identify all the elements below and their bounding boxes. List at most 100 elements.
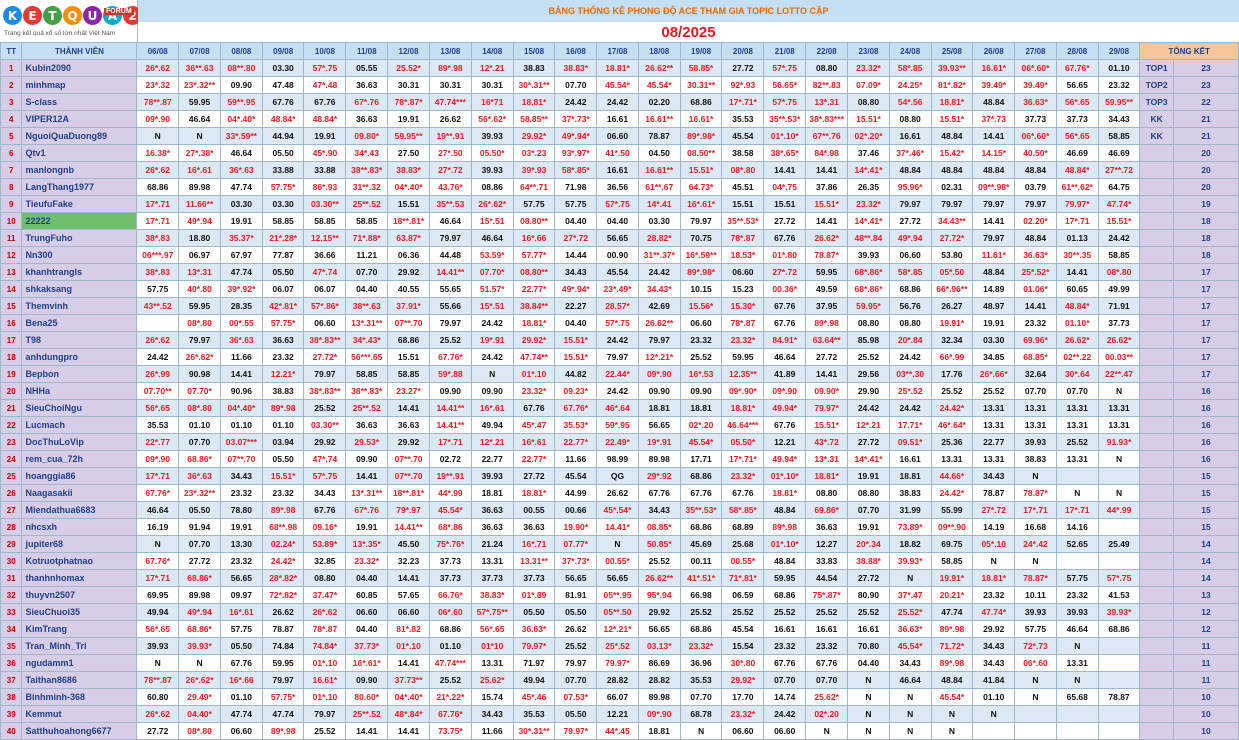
member-name[interactable]: T98: [21, 331, 138, 349]
day-cell: 47.48: [261, 76, 305, 94]
day-cell: 64.75: [1097, 178, 1141, 196]
day-cell: 27**.72: [1097, 161, 1141, 179]
day-cell: 26.62: [554, 620, 598, 638]
day-cell: 18.81*: [805, 467, 849, 485]
header-date: 13/08: [428, 42, 472, 60]
member-name[interactable]: SieuChoiNgu: [21, 399, 138, 417]
member-name[interactable]: SieuChuoi35: [21, 603, 138, 621]
day-cell: 56*.65: [136, 399, 180, 417]
logo-letter: E: [23, 6, 42, 25]
day-cell: 28.82*: [637, 229, 681, 247]
member-name[interactable]: Bena25: [21, 314, 138, 332]
table-row: 15 Themvinh 43**.52 59.95 28.35 42*.81* 57*.86…: [0, 297, 1239, 315]
member-name[interactable]: Tran_Minh_Tri: [21, 637, 138, 655]
day-cell: 24.42: [888, 399, 932, 417]
day-cell: 79.97: [554, 654, 598, 672]
day-cell: 33.88: [261, 161, 305, 179]
day-cell: 15*.51: [470, 212, 514, 230]
day-cell: 24.42: [847, 399, 890, 417]
day-cell: 35.53: [679, 671, 723, 689]
day-cell: 89*.98*: [679, 127, 723, 145]
day-cell: 30.31**: [679, 76, 723, 94]
day-cell: 67.76*: [136, 552, 180, 570]
member-name[interactable]: VIPER12A: [21, 110, 138, 128]
day-cell: 69.96*: [1014, 331, 1057, 349]
member-name[interactable]: anhdungpro: [21, 348, 138, 366]
day-cell: 04*.75: [763, 178, 807, 196]
rank-badge: [1139, 399, 1174, 417]
row-index: 34: [0, 620, 23, 638]
member-name[interactable]: Miendathua6683: [21, 501, 138, 519]
member-name[interactable]: TrungFuho: [21, 229, 138, 247]
member-name[interactable]: shkaksang: [21, 280, 138, 298]
day-cell: 14.41: [805, 161, 849, 179]
member-name[interactable]: minhmap: [21, 76, 138, 94]
member-name[interactable]: nhcsxh: [21, 518, 138, 536]
member-name[interactable]: LangThang1977: [21, 178, 138, 196]
member-name[interactable]: S-class: [21, 93, 138, 111]
day-cell: 65.68: [1055, 688, 1099, 706]
day-cell: 29.92: [637, 603, 681, 621]
header-date: 19/08: [679, 42, 723, 60]
day-cell: 68.86: [387, 331, 430, 349]
member-name[interactable]: Satthuhoahong6677: [21, 722, 138, 740]
day-cell: 58*.85: [888, 59, 932, 77]
day-cell: 01*.10*: [763, 535, 807, 553]
member-name[interactable]: NguoiQuaDuong89: [21, 127, 138, 145]
member-name[interactable]: Kubin2090: [21, 59, 138, 77]
day-cell: 79.97: [1014, 195, 1057, 213]
member-name[interactable]: TieufuFake: [21, 195, 138, 213]
member-name[interactable]: Themvinh: [21, 297, 138, 315]
member-name[interactable]: khanhtrangls: [21, 263, 138, 281]
member-name[interactable]: Qtv1: [21, 144, 138, 162]
member-name[interactable]: Kotruotphatnao: [21, 552, 138, 570]
member-name[interactable]: jupiter68: [21, 535, 138, 553]
day-cell: 14*.41*: [847, 161, 890, 179]
day-cell: 80.60*: [345, 688, 389, 706]
member-name[interactable]: thanhnhomax: [21, 569, 138, 587]
member-name[interactable]: Bepbon: [21, 365, 138, 383]
ketqua-logo[interactable]: KETQUA2 FORUM Trang kết quả xổ số lớn nh…: [0, 0, 142, 44]
day-cell: 14.41**: [428, 416, 472, 434]
member-name[interactable]: KimTrang: [21, 620, 138, 638]
day-cell: 26*.62*: [178, 671, 221, 689]
day-cell: 66*.99: [930, 348, 974, 366]
day-cell: 24.42: [637, 263, 681, 281]
day-cell: [1055, 552, 1099, 570]
member-name[interactable]: DocThuLoVip: [21, 433, 138, 451]
day-cell: 38*.83**: [303, 382, 347, 400]
member-name[interactable]: Nn300: [21, 246, 138, 264]
day-cell: 67.76: [721, 484, 765, 502]
rank-badge: [1139, 467, 1174, 485]
member-name[interactable]: hoanggia86: [21, 467, 138, 485]
member-name[interactable]: Naagasakii: [21, 484, 138, 502]
day-cell: 30.31: [428, 76, 472, 94]
day-cell: 36.63: [345, 110, 389, 128]
day-cell: 36.63: [470, 501, 514, 519]
day-cell: 46.64: [470, 229, 514, 247]
member-name[interactable]: NHHa: [21, 382, 138, 400]
day-cell: 45.51: [721, 178, 765, 196]
day-cell: 13.31: [470, 552, 514, 570]
member-name[interactable]: Taithan8686: [21, 671, 138, 689]
day-cell: [1097, 467, 1141, 485]
day-cell: N: [1055, 484, 1099, 502]
member-name[interactable]: Kemmut: [21, 705, 138, 723]
day-cell: 49.94: [512, 671, 556, 689]
day-cell: 07.70**: [136, 382, 180, 400]
day-cell: 56*.65: [1055, 93, 1099, 111]
member-name[interactable]: thuyvn2507: [21, 586, 138, 604]
member-name[interactable]: 22222: [21, 212, 138, 230]
day-cell: 08.85*: [637, 518, 681, 536]
total-count: 21: [1172, 110, 1239, 128]
member-name[interactable]: Binhminh-368: [21, 688, 138, 706]
member-name[interactable]: ngudamm1: [21, 654, 138, 672]
day-cell: 69.95: [136, 586, 180, 604]
day-cell: [1097, 654, 1141, 672]
member-name[interactable]: Lucmach: [21, 416, 138, 434]
day-cell: 02.72: [428, 450, 472, 468]
member-name[interactable]: manlongnb: [21, 161, 138, 179]
member-name[interactable]: rem_cua_72h: [21, 450, 138, 468]
day-cell: 35**.53*: [679, 501, 723, 519]
day-cell: 68.86*: [178, 569, 221, 587]
